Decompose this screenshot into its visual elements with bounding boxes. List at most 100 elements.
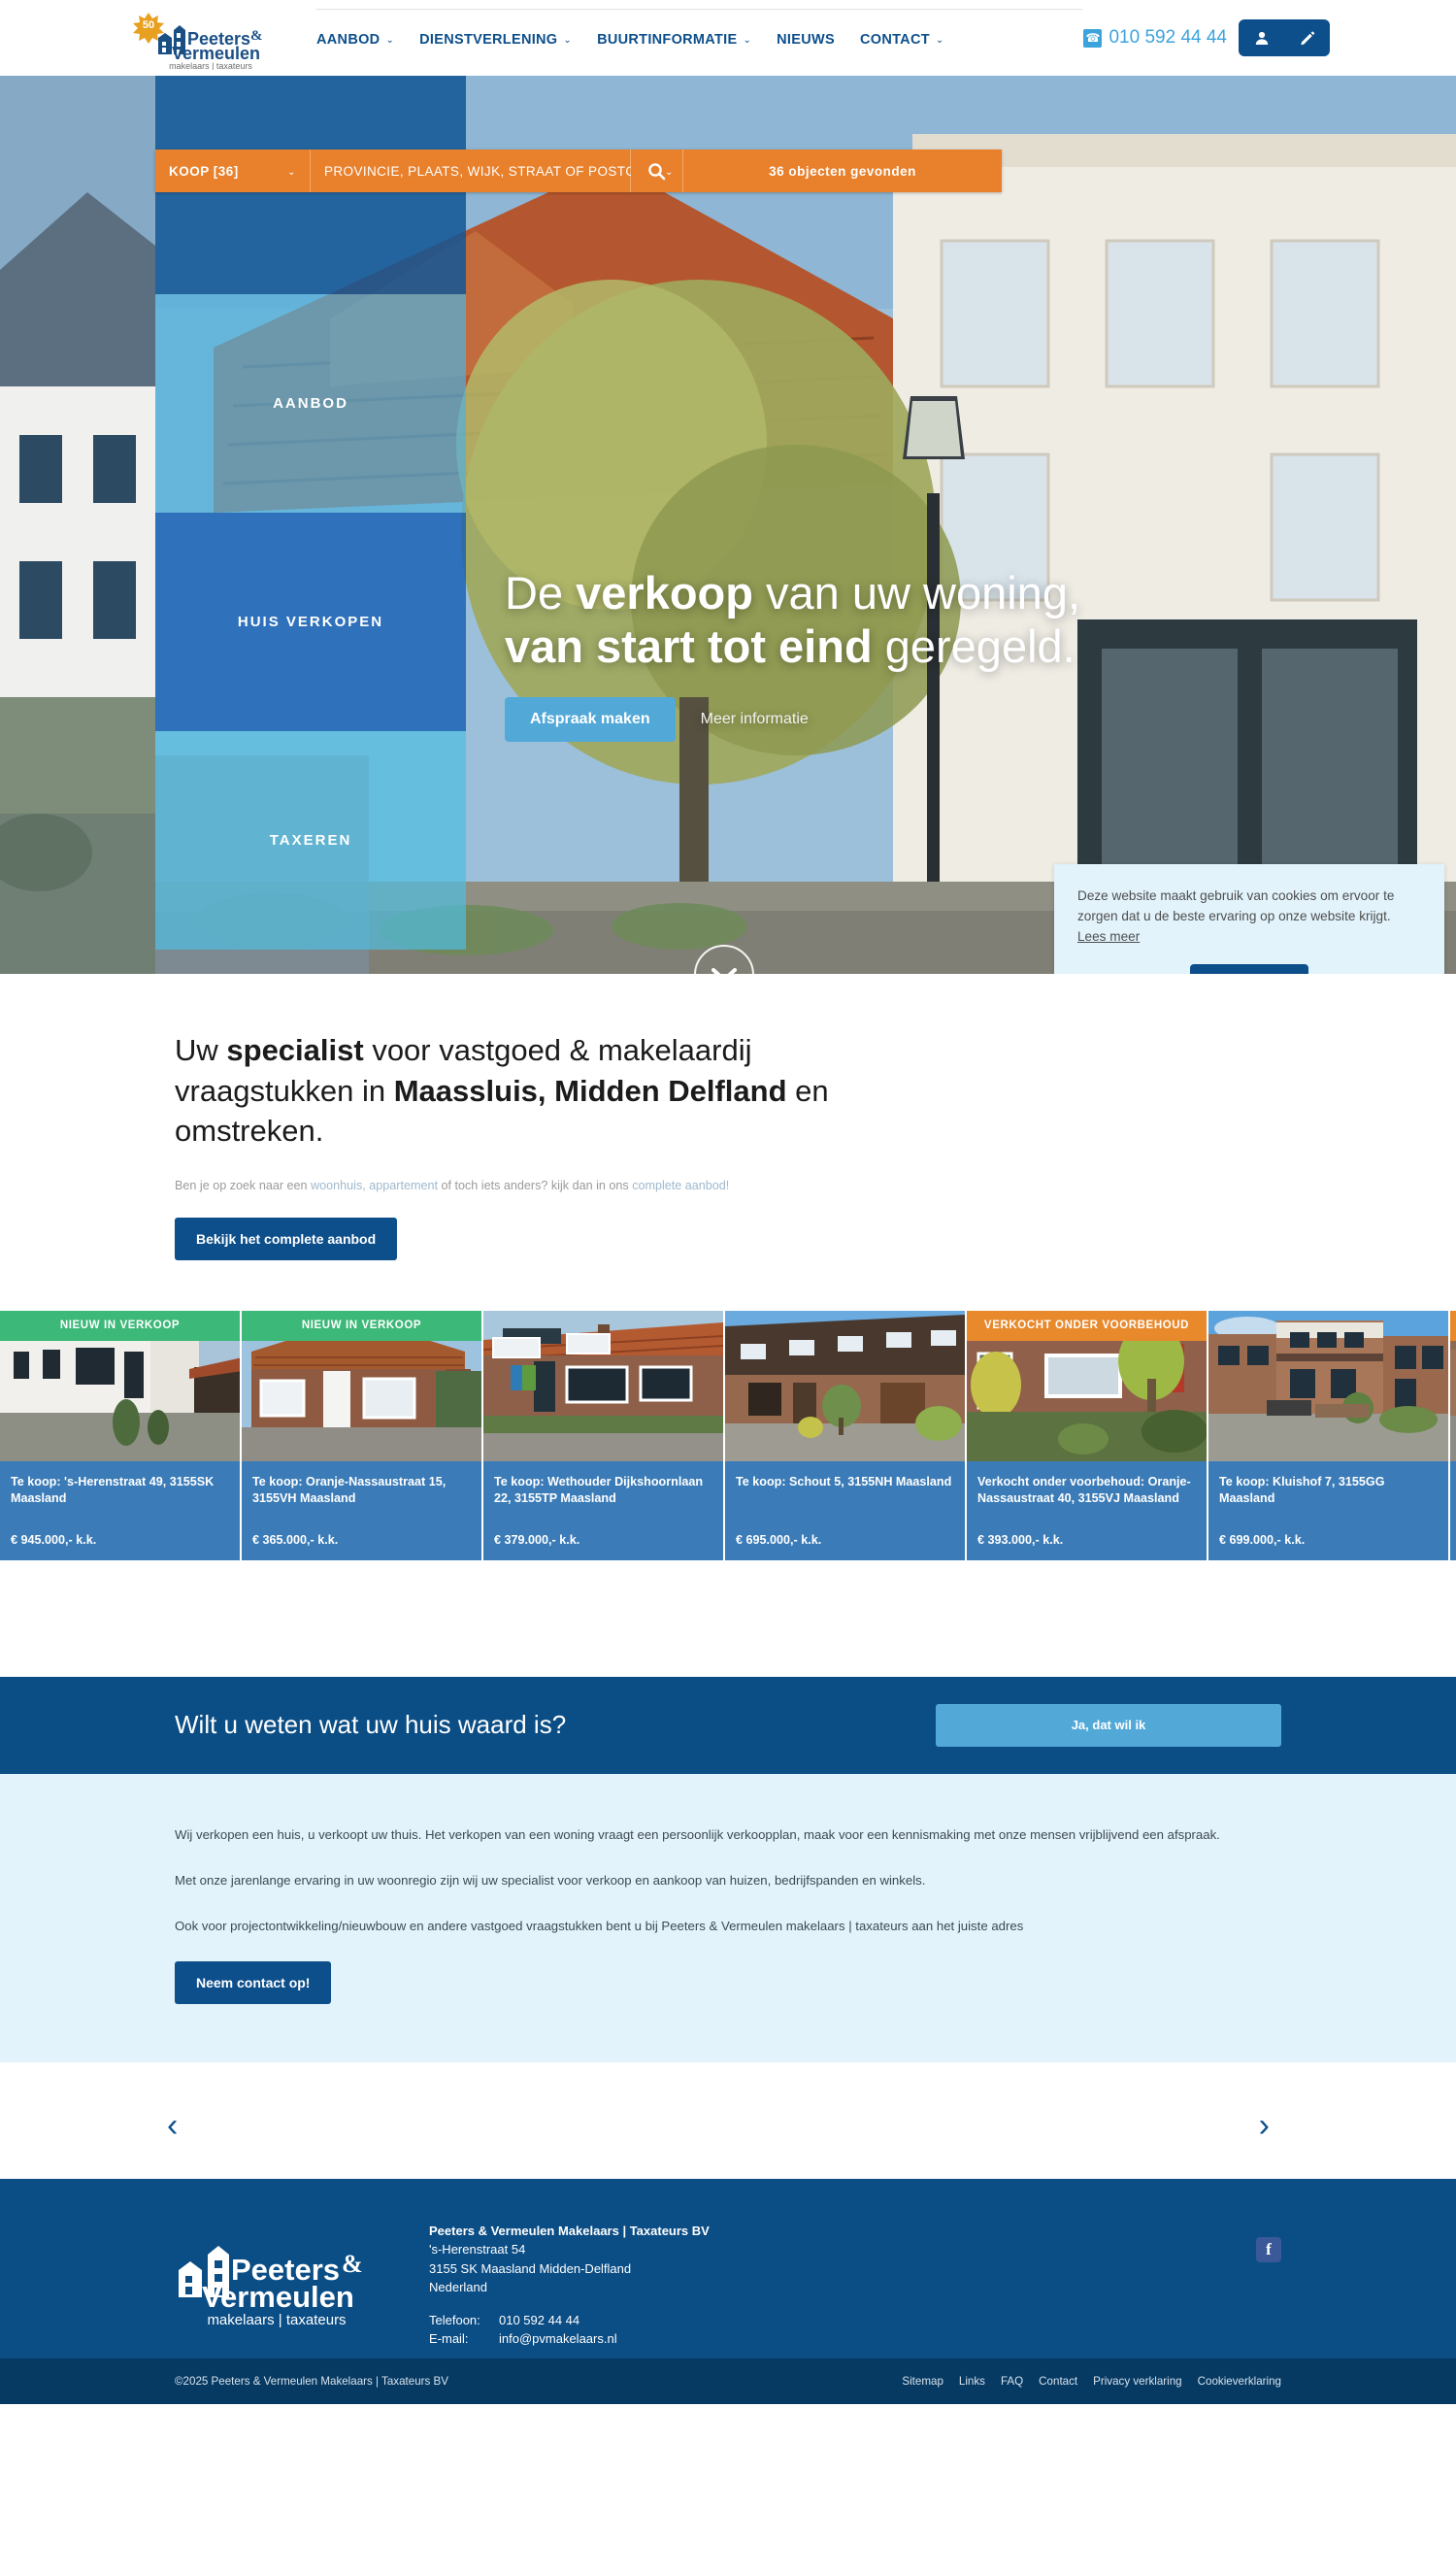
property-carousel: NIEUW IN VERKOOP Te koop: 's-Herenstraat… [0,1310,1456,1560]
pencil-icon [1300,31,1314,46]
footer-link-cookie[interactable]: Cookieverklaring [1198,2375,1281,2388]
about-paragraph-1: Wij verkopen een huis, u verkoopt uw thu… [175,1826,1220,1842]
footer-address-block: Peeters & Vermeulen Makelaars | Taxateur… [429,2222,710,2358]
nav-item-nieuws[interactable]: NIEUWS [777,32,835,48]
property-info: Te koop: Schout 5, 3155NH Maasland € 695… [725,1461,965,1560]
appointment-button[interactable]: Afspraak maken [505,696,676,742]
site-logo[interactable]: 50 Peeters & Vermeulen makelaars | taxat… [128,10,293,70]
account-button[interactable] [1239,19,1284,56]
property-card[interactable]: Te koop: Schout 5, 3155NH Maasland € 695… [725,1310,965,1560]
footer-social-links: f [1256,2236,1281,2262]
footer-phone-value[interactable]: 010 592 44 44 [499,2311,579,2330]
intro-h-d: Maassluis, Midden Delfland [393,1073,787,1108]
property-card[interactable]: NIEUW IN VERKOOP Te koop: Oranje-Nassaus… [242,1310,481,1560]
facebook-icon[interactable]: f [1256,2236,1281,2262]
hero-line1-c: van uw woning, [752,567,1081,619]
hero-tile-taxeren[interactable]: TAXEREN [155,731,466,950]
footer-phone-label: Telefoon: [429,2312,480,2327]
intro-h-a: Uw [175,1033,227,1067]
intro-sub-c: of toch iets anders? kijk dan in ons [437,1178,633,1192]
nav-label: CONTACT [859,31,930,48]
header-phone-number: 010 592 44 44 [1109,27,1227,48]
carousel-prev-button[interactable]: ‹ [167,2109,178,2142]
tile-label: TAXEREN [269,832,352,849]
property-info: Verkocht onder voorbehoud: Oranje-Nassau… [967,1461,1207,1560]
nav-item-aanbod[interactable]: AANBOD ⌄ [316,32,394,48]
value-cta-button[interactable]: Ja, dat wil ik [936,1703,1281,1747]
property-price: € 699.000,- k.k. [1219,1532,1306,1547]
footer-email-label: E-mail: [429,2331,469,2347]
svg-text:50: 50 [143,19,154,31]
status-badge: NIEUW IN VERKOOP [0,1310,240,1342]
nav-item-buurtinformatie[interactable]: BUURTINFORMATIE ⌄ [597,32,751,48]
hero-tile-huis-verkopen[interactable]: HUIS VERKOPEN [155,513,466,731]
footer-company-name: Peeters & Vermeulen Makelaars | Taxateur… [429,2223,710,2238]
search-type-select[interactable]: KOOP [36] ⌄ [155,150,311,192]
hero-headline-line2: van start tot eind geregeld. [505,619,1437,673]
search-location-input[interactable]: PROVINCIE, PLAATS, WIJK, STRAAT OF POSTC… [311,150,673,192]
intro-sub-link1[interactable]: woonhuis, appartement [311,1179,438,1192]
property-title: Te koop: Kluishof 7, 3155GG Maasland [1219,1474,1385,1506]
search-result-count[interactable]: 36 objecten gevonden [683,150,1002,192]
chevron-down-icon: ⌄ [935,35,944,46]
cookie-read-more-link[interactable]: Lees meer [1077,929,1140,944]
footer-link-links[interactable]: Links [959,2375,985,2388]
footer-link-privacy[interactable]: Privacy verklaring [1093,2375,1182,2388]
site-header: 50 Peeters & Vermeulen makelaars | taxat… [0,0,1456,76]
intro-sub-link2[interactable]: complete aanbod! [632,1179,729,1192]
property-info: V H M € [1450,1461,1456,1560]
hero-headline-block: De verkoop van uw woning, van start tot … [505,566,1437,742]
property-info: Te koop: Oranje-Nassaustraat 15, 3155VH … [242,1461,481,1560]
footer-email-value[interactable]: info@pvmakelaars.nl [499,2329,617,2349]
header-button-group [1239,19,1330,56]
nav-label: DIENSTVERLENING [419,31,558,48]
header-phone-link[interactable]: ☎ 010 592 44 44 [1083,27,1227,49]
search-submit-button[interactable] [631,150,683,192]
carousel-next-button[interactable]: › [1259,2109,1270,2142]
chevron-down-icon: ⌄ [287,166,296,178]
view-offerings-button[interactable]: Bekijk het complete aanbod [175,1217,398,1260]
footer-link-contact[interactable]: Contact [1039,2375,1077,2388]
intro-section: Uw specialist voor vastgoed & makelaardi… [0,974,1456,1260]
property-price: € 695.000,- k.k. [736,1532,822,1547]
about-text-section: Wij verkopen een huis, u verkoopt uw thu… [0,1773,1456,2062]
edit-button[interactable] [1284,19,1330,56]
hero-section: KOOPWONINGEN AANBOD HUIS VERKOPEN TAXERE… [0,76,1456,974]
property-photo [725,1310,965,1461]
property-title: Te koop: 's-Herenstraat 49, 3155SK Maasl… [11,1474,215,1506]
footer-link-sitemap[interactable]: Sitemap [902,2375,943,2388]
nav-item-contact[interactable]: CONTACT ⌄ [860,32,944,48]
footer-email-row: E-mail: info@pvmakelaars.nl [429,2329,710,2349]
nav-label: BUURTINFORMATIE [597,31,738,48]
hero-headline-line1: De verkoop van uw woning, [505,566,1437,619]
more-info-link[interactable]: Meer informatie [701,711,809,728]
spacer [0,1559,1456,1677]
hero-tile-aanbod[interactable]: AANBOD [155,294,466,513]
property-price: € 365.000,- k.k. [252,1532,339,1547]
nav-item-dienstverlening[interactable]: DIENSTVERLENING ⌄ [419,32,572,48]
hero-cta-row: Afspraak maken Meer informatie [505,696,1437,742]
property-card[interactable]: VERKOCHT ONDER VOORBEHOUD Verkocht onder… [967,1310,1207,1560]
home-value-cta: Wilt u weten wat uw huis waard is? Ja, d… [0,1676,1456,1774]
property-card[interactable]: Te koop: Kluishof 7, 3155GG Maasland € 6… [1208,1310,1448,1560]
property-info: Te koop: Wethouder Dijkshoornlaan 22, 31… [483,1461,723,1560]
intro-subtext: Ben je op zoek naar een woonhuis, appart… [175,1179,912,1192]
footer-logo[interactable]: Peeters & Vermeulen makelaars | taxateur… [175,2222,398,2358]
contact-button[interactable]: Neem contact op! [175,1960,332,2004]
svg-text:&: & [342,2250,363,2278]
about-paragraph-2: Met onze jarenlange ervaring in uw woonr… [175,1872,926,1888]
nav-label: AANBOD [316,31,381,48]
hero-line1-a: De [505,567,577,619]
property-card[interactable]: NIEUW IN VERKOOP Te koop: 's-Herenstraat… [0,1310,240,1560]
property-card-partial[interactable]: VERKOCHT ONDER VOORBEHOUD V H M € [1450,1310,1456,1560]
value-cta-title: Wilt u weten wat uw huis waard is? [175,1710,567,1740]
intro-h-b: specialist [226,1033,364,1067]
svg-text:makelaars | taxateurs: makelaars | taxateurs [169,61,252,70]
cookie-accept-button[interactable]: Begrepen! [1190,964,1308,974]
svg-text:&: & [250,28,263,44]
page-title: Uw specialist voor vastgoed & makelaardi… [175,1030,912,1152]
svg-text:Vermeulen: Vermeulen [202,2280,354,2314]
property-card[interactable]: Te koop: Wethouder Dijkshoornlaan 22, 31… [483,1310,723,1560]
hero-line2-b: geregeld. [872,620,1075,673]
footer-link-faq[interactable]: FAQ [1001,2375,1023,2388]
